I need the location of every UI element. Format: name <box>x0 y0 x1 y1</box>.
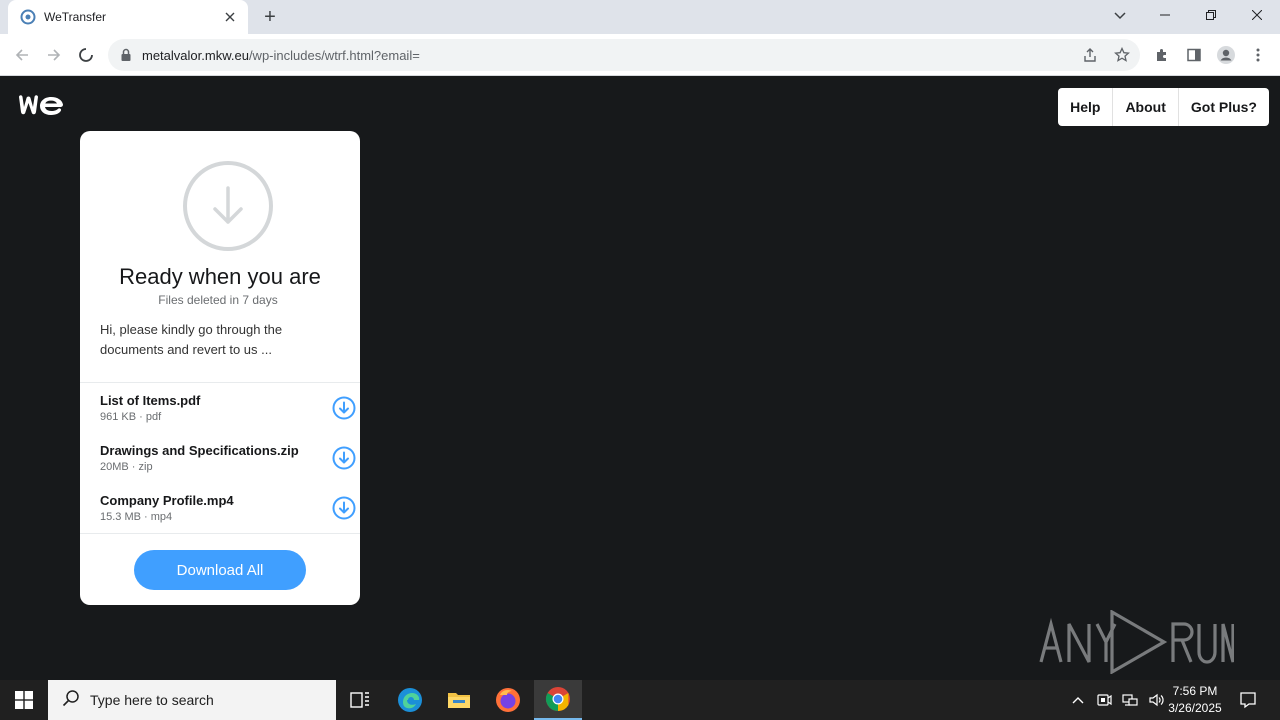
nav-link-help[interactable]: Help <box>1058 88 1114 126</box>
file-meta: 15.3 MB · mp4 <box>100 511 173 523</box>
windows-start-icon[interactable] <box>0 680 48 720</box>
file-item[interactable]: List of Items.pdf 961 KB · pdf <box>80 383 360 433</box>
search-icon <box>62 689 80 712</box>
window-controls <box>1142 0 1280 30</box>
file-name: Drawings and Specifications.zip <box>100 443 299 458</box>
side-panel-icon[interactable] <box>1180 41 1208 69</box>
back-icon[interactable] <box>8 41 36 69</box>
firefox-icon[interactable] <box>484 680 532 720</box>
clock-date: 3/26/2025 <box>1168 701 1222 715</box>
search-placeholder: Type here to search <box>90 692 214 708</box>
system-tray <box>1068 680 1166 720</box>
tab-search-icon[interactable] <box>1108 4 1132 28</box>
file-item[interactable]: Company Profile.mp4 15.3 MB · mp4 <box>80 483 360 533</box>
file-meta: 20MB · zip <box>100 461 153 473</box>
nav-link-got-plus[interactable]: Got Plus? <box>1179 88 1269 126</box>
extensions-icon[interactable] <box>1148 41 1176 69</box>
download-circle-icon <box>183 161 273 251</box>
network-icon[interactable] <box>1120 690 1140 710</box>
edge-browser-icon[interactable] <box>386 680 434 720</box>
browser-toolbar: metalvalor.mkw.eu/wp-includes/wtrf.html?… <box>0 34 1280 76</box>
bookmark-star-icon[interactable] <box>1110 43 1134 67</box>
transfer-message: Hi, please kindly go through the documen… <box>100 322 283 357</box>
meet-now-icon[interactable] <box>1094 690 1114 710</box>
card-heading: Ready when you are <box>119 264 321 289</box>
taskbar-clock[interactable]: 7:56 PM 3/26/2025 <box>1160 683 1230 717</box>
transfer-card: Ready when you are Files deleted in 7 da… <box>80 131 360 605</box>
browser-menu-icon[interactable] <box>1244 41 1272 69</box>
address-bar[interactable]: metalvalor.mkw.eu/wp-includes/wtrf.html?… <box>108 39 1140 71</box>
file-name: List of Items.pdf <box>100 393 201 408</box>
share-icon[interactable] <box>1078 43 1102 67</box>
clock-time: 7:56 PM <box>1172 684 1218 698</box>
notifications-icon[interactable] <box>1232 680 1264 720</box>
minimize-icon[interactable] <box>1142 0 1188 30</box>
file-name: Company Profile.mp4 <box>100 493 234 508</box>
file-download-icon[interactable] <box>332 446 356 470</box>
tab-wetransfer[interactable]: WeTransfer <box>8 0 248 34</box>
lock-icon[interactable] <box>120 48 132 62</box>
nav-link-about[interactable]: About <box>1113 88 1179 126</box>
browser-tab-strip: WeTransfer + <box>0 0 1280 34</box>
file-download-icon[interactable] <box>332 396 356 420</box>
close-tab-icon[interactable] <box>222 9 238 25</box>
new-tab-button[interactable]: + <box>258 5 282 29</box>
taskbar-search-box[interactable]: Type here to search <box>48 680 336 720</box>
page-content: Help About Got Plus? Ready when you are … <box>0 77 1280 680</box>
show-hidden-icons-icon[interactable] <box>1068 690 1088 710</box>
download-all-button[interactable]: Download All <box>134 550 306 590</box>
anyrun-watermark-logo <box>1038 609 1235 675</box>
task-view-icon[interactable] <box>336 680 384 720</box>
file-explorer-icon[interactable] <box>435 680 483 720</box>
forward-icon[interactable] <box>40 41 68 69</box>
profile-avatar-icon[interactable] <box>1212 41 1240 69</box>
chrome-icon[interactable] <box>534 680 582 720</box>
close-window-icon[interactable] <box>1234 0 1280 30</box>
file-download-icon[interactable] <box>332 496 356 520</box>
top-navigation: Help About Got Plus? <box>1058 88 1269 126</box>
wetransfer-logo-icon[interactable] <box>18 94 64 116</box>
url-host: metalvalor.mkw.eu <box>142 47 249 63</box>
file-item[interactable]: Drawings and Specifications.zip 20MB · z… <box>80 433 360 483</box>
file-meta: 961 KB · pdf <box>100 411 162 423</box>
expiry-note: Files deleted in 7 days <box>158 293 278 307</box>
restore-icon[interactable] <box>1188 0 1234 30</box>
file-list: List of Items.pdf 961 KB · pdf Drawings … <box>80 382 360 534</box>
stop-loading-icon[interactable] <box>72 41 100 69</box>
wetransfer-favicon-icon <box>20 9 36 25</box>
url-text: metalvalor.mkw.eu/wp-includes/wtrf.html?… <box>142 48 420 63</box>
tab-title: WeTransfer <box>44 10 107 24</box>
windows-taskbar: Type here to search 7:56 PM 3/26/2025 <box>0 680 1280 720</box>
url-path: /wp-includes/wtrf.html?email= <box>248 47 420 63</box>
